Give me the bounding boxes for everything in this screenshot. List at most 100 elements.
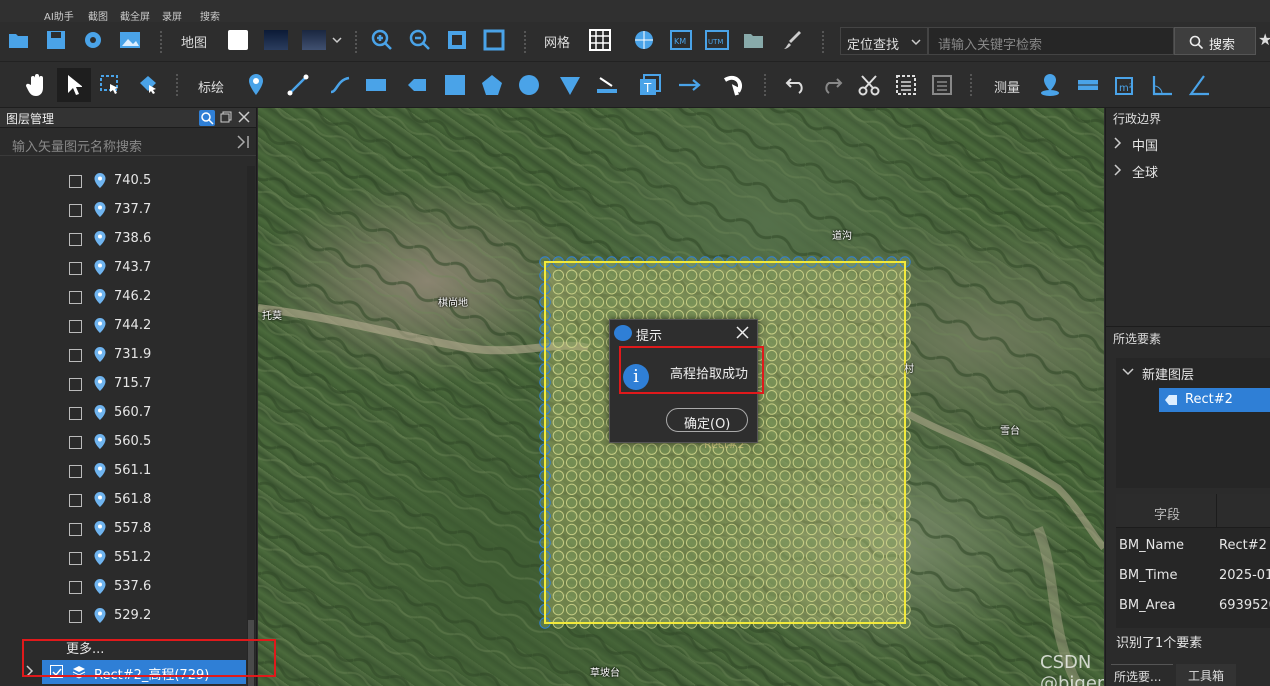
layer-point-row[interactable]: 737.7 <box>0 195 245 224</box>
layer-point-row[interactable]: 731.9 <box>0 340 245 369</box>
fullscreen-icon[interactable] <box>480 26 508 54</box>
feature-pick-icon[interactable] <box>134 71 162 99</box>
layer-point-row[interactable]: 746.2 <box>0 282 245 311</box>
layer-point-row[interactable]: 560.5 <box>0 427 245 456</box>
collapse-search-icon[interactable] <box>236 135 250 152</box>
menu-ai-assistant[interactable]: AI助手 <box>44 8 74 23</box>
open-folder-icon[interactable] <box>5 26 33 54</box>
undo-icon[interactable] <box>782 71 810 99</box>
layer-point-row[interactable]: 715.7 <box>0 369 245 398</box>
select-arrow-icon[interactable] <box>57 68 91 102</box>
measure-angle-icon[interactable] <box>1148 71 1176 99</box>
globe-icon[interactable] <box>630 26 658 54</box>
point-checkbox[interactable] <box>69 436 82 449</box>
zoom-out-icon[interactable] <box>406 26 434 54</box>
satellite-map-icon[interactable] <box>300 26 328 54</box>
list-table-icon[interactable] <box>928 71 956 99</box>
measure-area-icon[interactable]: m² <box>1111 71 1139 99</box>
point-checkbox[interactable] <box>69 349 82 362</box>
measure-point-icon[interactable] <box>1036 71 1064 99</box>
menu-record[interactable]: 录屏 <box>162 8 182 23</box>
grid-icon[interactable] <box>586 26 614 54</box>
layer-point-row[interactable]: 738.6 <box>0 224 245 253</box>
measure-distance-icon[interactable] <box>1074 71 1102 99</box>
favorite-star-icon[interactable]: ★ <box>1258 30 1270 49</box>
pan-hand-icon[interactable] <box>22 71 50 99</box>
layer-point-row[interactable]: 744.2 <box>0 311 245 340</box>
arrow-draw-icon[interactable] <box>677 71 705 99</box>
point-checkbox[interactable] <box>69 552 82 565</box>
point-checkbox[interactable] <box>69 610 82 623</box>
redo-icon[interactable] <box>818 71 846 99</box>
admin-item-global[interactable]: 全球 <box>1112 162 1262 181</box>
polyline-icon[interactable] <box>284 71 312 99</box>
point-checkbox[interactable] <box>69 494 82 507</box>
settings-gear-icon[interactable] <box>79 26 107 54</box>
image-icon[interactable] <box>116 26 144 54</box>
tab-selected[interactable]: 所选要... <box>1111 664 1173 686</box>
point-checkbox[interactable] <box>69 523 82 536</box>
tab-toolbox[interactable]: 工具箱 <box>1176 664 1236 686</box>
blank-map-icon[interactable] <box>224 26 252 54</box>
dialog-ok-button[interactable]: 确定(O) <box>666 408 748 432</box>
panel-restore-icon[interactable] <box>220 111 232 126</box>
layer-search-icon[interactable] <box>199 110 215 126</box>
layer-point-row[interactable]: 560.7 <box>0 398 245 427</box>
menu-search[interactable]: 搜索 <box>200 8 220 23</box>
layer-scrollbar[interactable] <box>247 166 255 686</box>
brush-icon[interactable] <box>778 26 806 54</box>
box-select-icon[interactable] <box>96 71 124 99</box>
layer-point-row[interactable]: 561.8 <box>0 485 245 514</box>
admin-item-china[interactable]: 中国 <box>1112 135 1262 154</box>
zoom-in-icon[interactable] <box>368 26 396 54</box>
search-input[interactable]: 请输入关键字检索 <box>928 27 1174 55</box>
circle-draw-icon[interactable] <box>515 71 543 99</box>
layer-search-input[interactable]: 输入矢量图元名称搜索 <box>0 128 256 156</box>
locate-dropdown[interactable]: 定位查找 <box>840 27 928 55</box>
search-button[interactable]: 搜索 <box>1174 27 1256 55</box>
scissors-icon[interactable] <box>855 71 883 99</box>
menu-full-screenshot[interactable]: 截全屏 <box>120 8 150 23</box>
point-checkbox[interactable] <box>69 233 82 246</box>
square-draw-icon[interactable] <box>441 71 469 99</box>
point-checkbox[interactable] <box>69 465 82 478</box>
km-grid-icon[interactable]: KM <box>667 26 695 54</box>
rectangle-draw-icon[interactable] <box>362 71 390 99</box>
curve-line-icon[interactable] <box>326 71 354 99</box>
ruler-icon[interactable] <box>593 71 621 99</box>
marker-pin-icon[interactable] <box>242 71 270 99</box>
point-checkbox[interactable] <box>69 175 82 188</box>
point-checkbox[interactable] <box>69 407 82 420</box>
layer-point-row[interactable]: 529.2 <box>0 601 245 630</box>
chevron-down-icon[interactable] <box>330 26 344 54</box>
point-checkbox[interactable] <box>69 262 82 275</box>
selected-layer-name[interactable]: 新建图层 <box>1142 364 1194 383</box>
zoom-extent-icon[interactable] <box>443 26 471 54</box>
panel-close-icon[interactable] <box>238 111 250 126</box>
polygon-tag-icon[interactable] <box>403 71 431 99</box>
point-checkbox[interactable] <box>69 204 82 217</box>
sector-draw-icon[interactable] <box>556 71 584 99</box>
selected-feature-row[interactable]: Rect#2 <box>1159 388 1270 412</box>
layer-point-row[interactable]: 740.5 <box>0 166 245 195</box>
layer-point-row[interactable]: 551.2 <box>0 543 245 572</box>
curved-arrow-icon[interactable] <box>720 71 748 99</box>
utm-grid-icon[interactable]: UTM <box>703 26 731 54</box>
attribute-table-icon[interactable] <box>892 71 920 99</box>
layer-point-row[interactable]: 557.8 <box>0 514 245 543</box>
dialog-close-icon[interactable] <box>736 326 749 342</box>
folder-grid-icon[interactable] <box>740 26 768 54</box>
layer-point-row[interactable]: 743.7 <box>0 253 245 282</box>
chevron-down-icon[interactable] <box>1122 368 1134 376</box>
measure-azimuth-icon[interactable] <box>1185 71 1213 99</box>
layer-point-row[interactable]: 537.6 <box>0 572 245 601</box>
night-map-icon[interactable] <box>262 26 290 54</box>
point-checkbox[interactable] <box>69 581 82 594</box>
point-checkbox[interactable] <box>69 378 82 391</box>
point-checkbox[interactable] <box>69 320 82 333</box>
layer-point-row[interactable]: 561.1 <box>0 456 245 485</box>
pentagon-draw-icon[interactable] <box>478 71 506 99</box>
text-label-icon[interactable]: T <box>636 71 664 99</box>
menu-screenshot[interactable]: 截图 <box>88 8 108 23</box>
save-icon[interactable] <box>42 26 70 54</box>
